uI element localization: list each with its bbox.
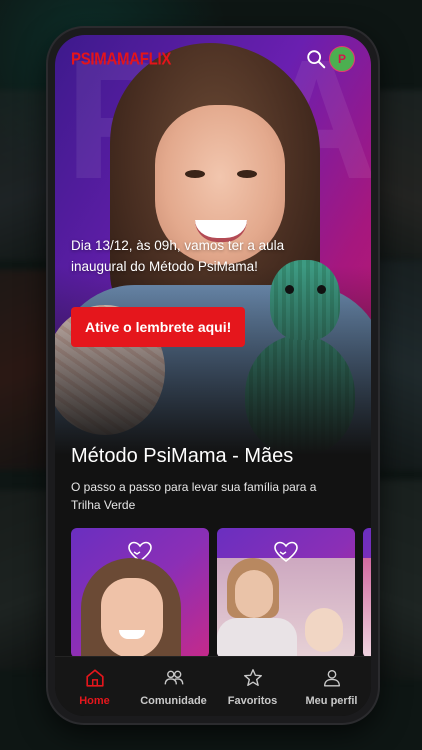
nav-community[interactable]: Comunidade bbox=[138, 667, 210, 707]
nav-label: Home bbox=[79, 695, 110, 707]
app-logo[interactable]: PSIMAMAFLIX bbox=[71, 50, 171, 70]
card-thumbnail bbox=[363, 558, 371, 658]
section-description: O passo a passo para levar sua família p… bbox=[71, 480, 317, 512]
nav-label: Favoritos bbox=[227, 695, 278, 707]
nav-profile[interactable]: Meu perfil bbox=[296, 667, 368, 707]
announcement-text: Dia 13/12, às 09h, vamos ter a aula inau… bbox=[71, 238, 285, 274]
card-thumbnail bbox=[71, 558, 209, 658]
nav-home[interactable]: Home bbox=[59, 667, 131, 707]
home-icon bbox=[85, 669, 104, 687]
star-icon bbox=[243, 669, 262, 687]
profile-icon bbox=[323, 669, 340, 687]
app-screen: P A PSIMAMAFLIX P Dia 13/12, às 09h, bbox=[55, 35, 371, 716]
profile-avatar[interactable]: P bbox=[329, 46, 355, 72]
community-icon bbox=[164, 670, 183, 685]
search-button[interactable] bbox=[305, 48, 327, 70]
card-thumbnail bbox=[217, 558, 355, 658]
nav-label: Comunidade bbox=[140, 695, 207, 707]
phone-frame: P A PSIMAMAFLIX P Dia 13/12, às 09h, bbox=[48, 28, 378, 723]
heart-hands-icon bbox=[274, 541, 298, 563]
content-card[interactable] bbox=[363, 528, 371, 658]
content-card[interactable] bbox=[71, 528, 209, 658]
section-title: Método PsiMama - Mães bbox=[71, 445, 294, 467]
nav-favorites[interactable]: Favoritos bbox=[217, 667, 289, 707]
nav-label: Meu perfil bbox=[305, 695, 358, 707]
search-icon bbox=[307, 50, 326, 69]
content-card[interactable] bbox=[217, 528, 355, 658]
bottom-navigation: Home Comunidade Favoritos Meu perfil bbox=[55, 656, 371, 716]
top-bar: PSIMAMAFLIX P bbox=[55, 35, 371, 85]
activate-reminder-button[interactable]: Ative o lembrete aqui! bbox=[71, 307, 246, 347]
content-carousel[interactable] bbox=[71, 528, 371, 658]
